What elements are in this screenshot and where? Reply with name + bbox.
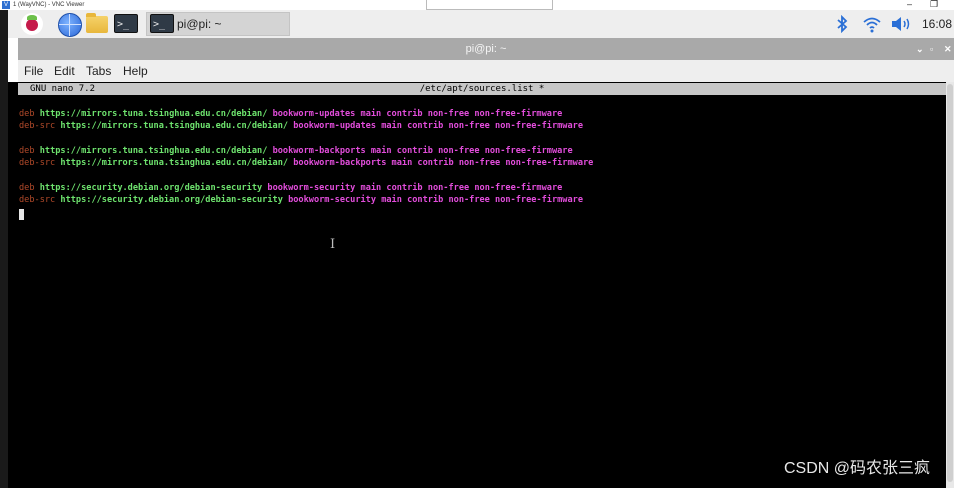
source-type: deb [19, 146, 35, 156]
menu-file[interactable]: File [24, 60, 43, 82]
vnc-window-title: 1 (WayVNC) - VNC Viewer [13, 2, 85, 8]
wifi-icon[interactable] [862, 15, 882, 33]
terminal-window-titlebar[interactable]: pi@pi: ~ ⌄ ▫ ✕ [18, 38, 954, 60]
nano-filename: /etc/apt/sources.list * [419, 84, 545, 94]
text-cursor [19, 209, 24, 220]
raspberry-pi-menu-icon[interactable] [21, 13, 43, 35]
source-url: https://mirrors.tuna.tsinghua.edu.cn/deb… [60, 158, 289, 168]
source-type: deb-src [19, 195, 56, 205]
bluetooth-icon[interactable] [834, 14, 850, 34]
source-line[interactable]: deb-src https://mirrors.tuna.tsinghua.ed… [19, 157, 593, 169]
source-line[interactable]: deb https://security.debian.org/debian-s… [19, 182, 562, 194]
source-components: bookworm-security main contrib non-free … [267, 183, 563, 193]
source-type: deb-src [19, 121, 56, 131]
menu-tabs[interactable]: Tabs [86, 60, 111, 82]
terminal-launcher-icon[interactable]: >_ [114, 14, 138, 33]
menu-edit[interactable]: Edit [54, 60, 75, 82]
maximize-button[interactable]: ▫ [930, 38, 933, 60]
taskbar-task-label: pi@pi: ~ [177, 17, 222, 31]
nano-header-bar: GNU nano 7.2 /etc/apt/sources.list * [18, 83, 946, 95]
source-url: https://mirrors.tuna.tsinghua.edu.cn/deb… [39, 146, 268, 156]
vnc-minimize-button[interactable]: – [907, 0, 912, 9]
web-browser-icon[interactable] [58, 13, 82, 37]
source-type: deb [19, 109, 35, 119]
vnc-app-icon: V [2, 1, 10, 9]
vnc-viewer-titlebar: V 1 (WayVNC) - VNC Viewer – ❐ [0, 0, 954, 10]
scrollbar-thumb[interactable] [947, 84, 953, 482]
source-url: https://security.debian.org/debian-secur… [60, 195, 283, 205]
source-components: bookworm-updates main contrib non-free n… [272, 109, 563, 119]
source-type: deb-src [19, 158, 56, 168]
source-line[interactable]: deb-src https://mirrors.tuna.tsinghua.ed… [19, 120, 583, 132]
source-line[interactable]: deb https://mirrors.tuna.tsinghua.edu.cn… [19, 145, 573, 157]
source-line[interactable]: deb-src https://security.debian.org/debi… [19, 194, 583, 206]
terminal-content[interactable]: GNU nano 7.2 /etc/apt/sources.list * deb… [8, 82, 946, 488]
close-button[interactable]: ✕ [944, 38, 952, 60]
source-url: https://mirrors.tuna.tsinghua.edu.cn/deb… [39, 109, 268, 119]
taskbar-clock[interactable]: 16:08 [922, 10, 952, 38]
source-url: https://mirrors.tuna.tsinghua.edu.cn/deb… [60, 121, 289, 131]
minimize-button[interactable]: ⌄ [916, 38, 924, 60]
vnc-restore-button[interactable]: ❐ [930, 0, 938, 9]
terminal-window-title: pi@pi: ~ [465, 43, 507, 55]
taskbar: >_ >_ pi@pi: ~ 16:08 [8, 10, 954, 38]
source-components: bookworm-updates main contrib non-free n… [293, 121, 583, 131]
csdn-watermark: CSDN @码农张三疯 [784, 460, 931, 477]
source-components: bookworm-security main contrib non-free … [288, 195, 583, 205]
source-line[interactable]: deb https://mirrors.tuna.tsinghua.edu.cn… [19, 108, 562, 120]
source-components: bookworm-backports main contrib non-free… [293, 158, 594, 168]
source-type: deb [19, 183, 35, 193]
remote-desktop-margin [0, 10, 8, 488]
source-components: bookworm-backports main contrib non-free… [272, 146, 573, 156]
terminal-menubar: File Edit Tabs Help [18, 60, 954, 82]
file-manager-icon[interactable] [86, 13, 108, 33]
source-url: https://security.debian.org/debian-secur… [39, 183, 263, 193]
taskbar-terminal-task[interactable]: >_ pi@pi: ~ [146, 12, 290, 36]
vnc-toolbar-tab[interactable] [426, 0, 553, 10]
mouse-ibeam-icon: I [330, 237, 336, 252]
menu-help[interactable]: Help [123, 60, 148, 82]
terminal-icon: >_ [150, 14, 174, 33]
terminal-scrollbar[interactable] [946, 82, 954, 488]
volume-icon[interactable] [890, 15, 912, 33]
